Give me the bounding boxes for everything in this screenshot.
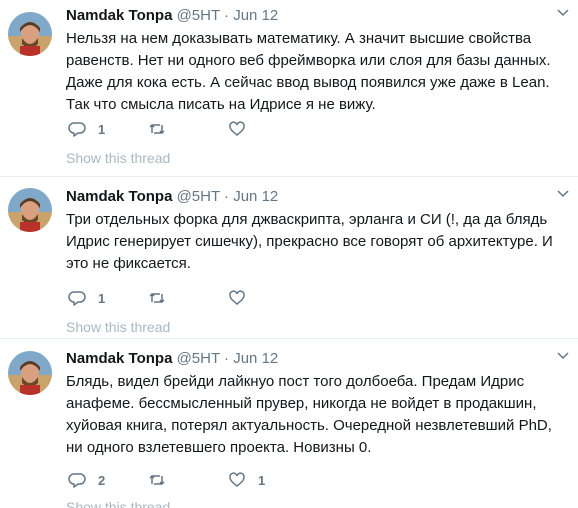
- tweet-text: Нельзя на нем доказывать математику. А з…: [66, 30, 551, 113]
- retweet-button[interactable]: [146, 120, 226, 138]
- tweet-actions: 1: [66, 120, 306, 138]
- tweet-feed: Namdak Tonpa @5HT · Jun 12 Нельзя на нем…: [0, 0, 578, 508]
- tweet-content: Namdak Tonpa @5HT · Jun 12 Нельзя на нем…: [66, 6, 570, 166]
- tweet-text: Блядь, видел брейди лайкнуо пост того до…: [66, 373, 552, 456]
- tweet-date[interactable]: Jun 12: [233, 7, 278, 24]
- retweet-icon: [149, 474, 165, 486]
- author-name[interactable]: Namdak Tonpa: [66, 188, 172, 205]
- chevron-down-icon[interactable]: [556, 187, 570, 201]
- tweet-date[interactable]: Jun 12: [233, 188, 278, 205]
- show-thread-link[interactable]: Show this thread: [66, 499, 170, 508]
- tweet[interactable]: Namdak Tonpa @5HT · Jun 12 Три отдельных…: [0, 177, 578, 339]
- tweet-content: Namdak Tonpa @5HT · Jun 12 Три отдельных…: [66, 187, 570, 335]
- author-handle[interactable]: @5HT: [177, 7, 220, 24]
- show-thread-link[interactable]: Show this thread: [66, 319, 170, 335]
- chevron-down-icon[interactable]: [556, 349, 570, 363]
- reply-count: 1: [98, 290, 106, 306]
- avatar[interactable]: [8, 12, 52, 56]
- tweet-header: Namdak Tonpa @5HT · Jun 12: [66, 349, 568, 369]
- tweet-date[interactable]: Jun 12: [233, 350, 278, 367]
- author-name[interactable]: Namdak Tonpa: [66, 7, 172, 24]
- tweet[interactable]: Namdak Tonpa @5HT · Jun 12 Блядь, видел …: [0, 339, 578, 508]
- retweet-button[interactable]: [146, 289, 226, 307]
- retweet-button[interactable]: [146, 471, 226, 489]
- like-button[interactable]: [226, 289, 306, 307]
- reply-count: 1: [98, 121, 106, 137]
- author-name[interactable]: Namdak Tonpa: [66, 350, 172, 367]
- chevron-down-icon[interactable]: [556, 6, 570, 20]
- like-count: 1: [258, 472, 266, 488]
- like-icon: [229, 290, 245, 305]
- author-handle[interactable]: @5HT: [177, 350, 220, 367]
- tweet-actions: 1: [66, 289, 306, 307]
- separator: ·: [224, 7, 230, 24]
- reply-icon: [68, 291, 86, 306]
- tweet-content: Namdak Tonpa @5HT · Jun 12 Блядь, видел …: [66, 349, 570, 508]
- avatar[interactable]: [8, 351, 52, 395]
- show-thread-link[interactable]: Show this thread: [66, 150, 170, 166]
- reply-icon: [68, 122, 86, 137]
- author-handle[interactable]: @5HT: [177, 188, 220, 205]
- retweet-icon: [149, 292, 165, 304]
- tweet-actions: 2 1: [66, 471, 306, 489]
- avatar[interactable]: [8, 188, 52, 232]
- tweet[interactable]: Namdak Tonpa @5HT · Jun 12 Нельзя на нем…: [0, 0, 578, 177]
- tweet-header: Namdak Tonpa @5HT · Jun 12: [66, 6, 568, 26]
- separator: ·: [224, 188, 230, 205]
- reply-icon: [68, 473, 86, 488]
- reply-button[interactable]: 2: [66, 471, 146, 489]
- like-button[interactable]: 1: [226, 471, 306, 489]
- retweet-icon: [149, 123, 165, 135]
- like-icon: [229, 472, 245, 487]
- reply-button[interactable]: 1: [66, 289, 146, 307]
- like-button[interactable]: [226, 120, 306, 138]
- reply-button[interactable]: 1: [66, 120, 146, 138]
- tweet-header: Namdak Tonpa @5HT · Jun 12: [66, 187, 568, 207]
- tweet-text: Три отдельных форка для джваскрипта, эрл…: [66, 211, 553, 272]
- separator: ·: [224, 350, 230, 367]
- like-icon: [229, 121, 245, 136]
- reply-count: 2: [98, 472, 106, 488]
